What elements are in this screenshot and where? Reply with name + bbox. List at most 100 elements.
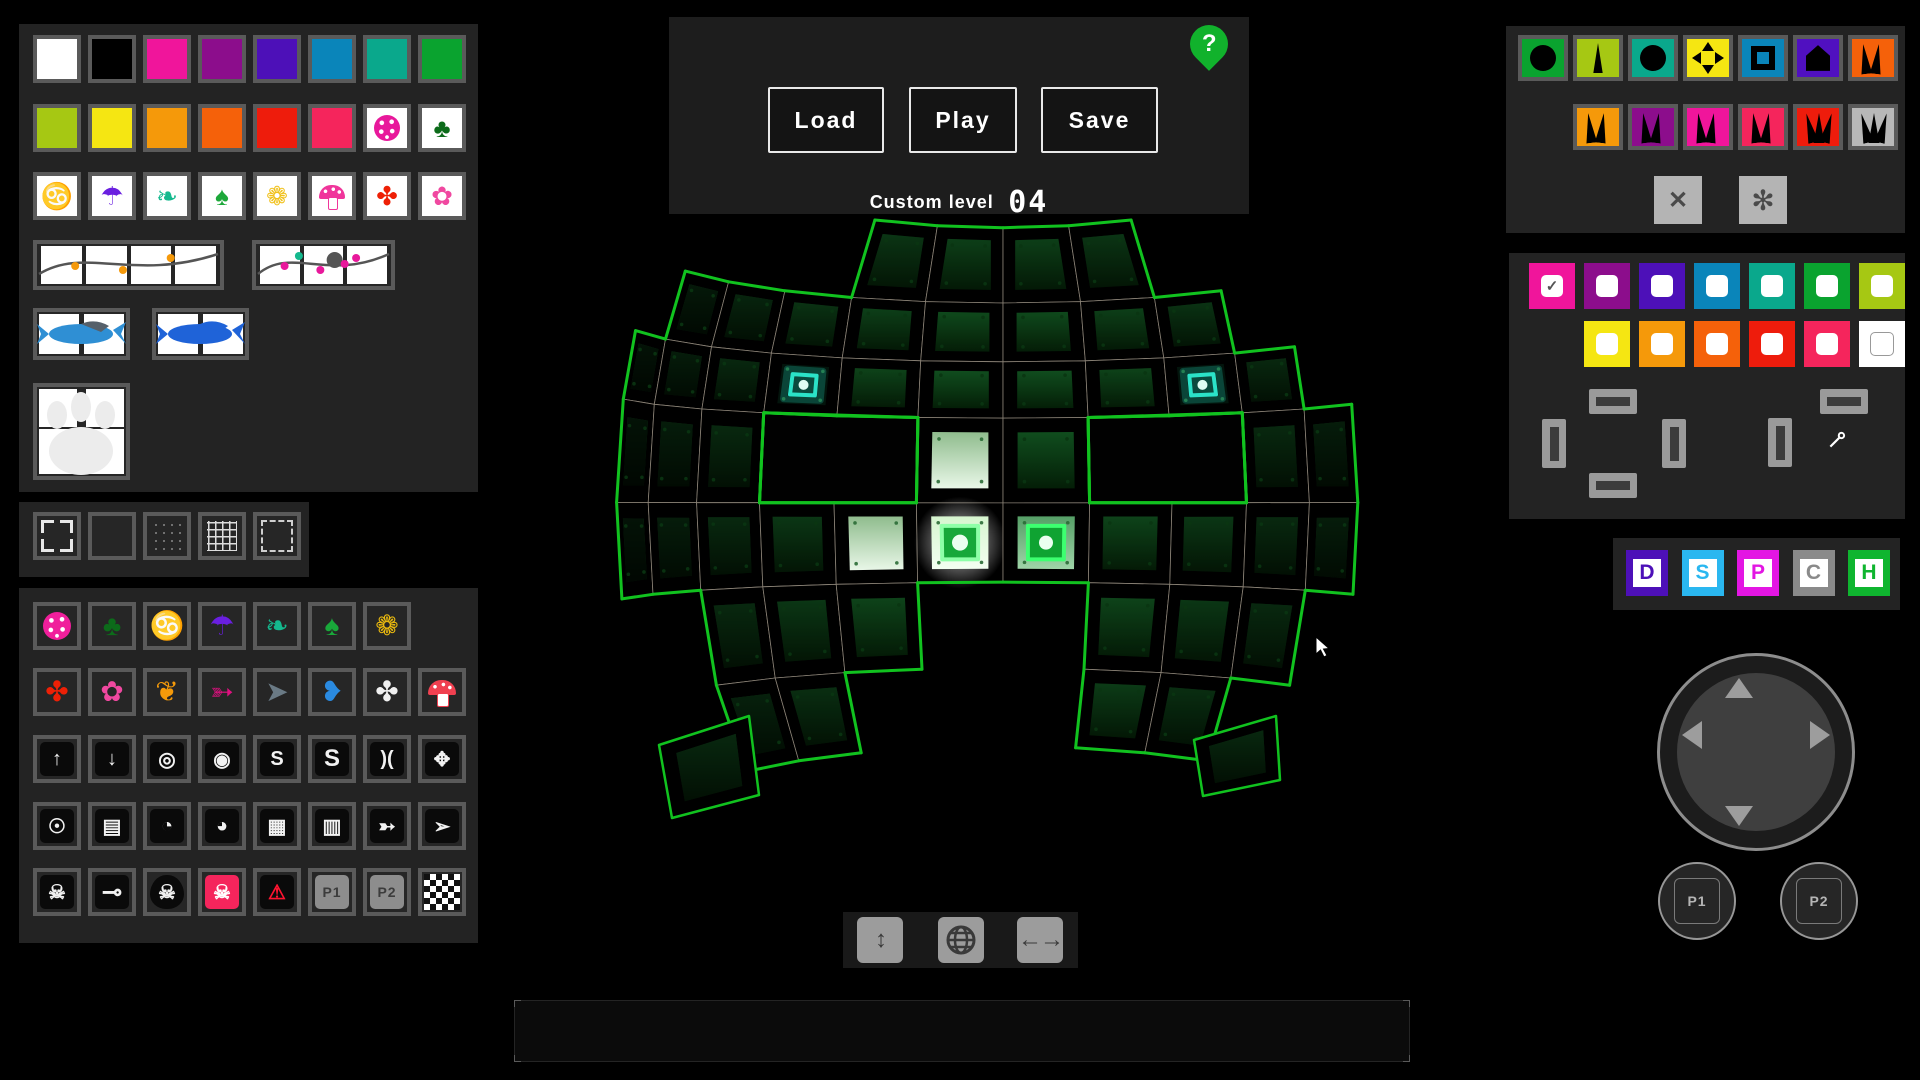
- gate-shape-button[interactable]: [1573, 35, 1623, 81]
- spikes-3-icon: [1802, 111, 1834, 143]
- color-toggle[interactable]: [1639, 321, 1685, 367]
- wall-vertical[interactable]: [1662, 419, 1686, 468]
- view-toolbar: ↕ ←→: [843, 912, 1078, 968]
- color-toggle[interactable]: [1859, 321, 1905, 367]
- wall-horizontal[interactable]: [1589, 473, 1637, 498]
- move-arrows-icon: [1692, 42, 1724, 74]
- letter-tile-H[interactable]: H: [1848, 550, 1890, 596]
- color-toggle[interactable]: [1804, 263, 1850, 309]
- gate-shape-button[interactable]: [1738, 104, 1788, 150]
- house-shape-icon: [1803, 44, 1833, 72]
- gate-shape-button[interactable]: [1793, 104, 1843, 150]
- gate-shape-button[interactable]: [1683, 104, 1733, 150]
- gate-shape-button[interactable]: [1628, 35, 1678, 81]
- dpad-right-icon[interactable]: [1810, 721, 1830, 749]
- dome-edge: [1003, 226, 1069, 228]
- settings-button[interactable]: ✻: [1739, 176, 1787, 224]
- color-toggle[interactable]: [1749, 263, 1795, 309]
- vertical-pan-button[interactable]: ↕: [857, 917, 903, 963]
- checkbox-icon: [1706, 275, 1728, 297]
- gate-shape-button[interactable]: [1793, 35, 1843, 81]
- wall-horizontal[interactable]: [1820, 389, 1868, 414]
- gate-shape-button[interactable]: [1848, 35, 1898, 81]
- checkbox-icon: [1651, 275, 1673, 297]
- mouse-cursor: [1316, 637, 1329, 657]
- player2-label: P2: [1796, 878, 1842, 924]
- checkbox-icon: [1816, 333, 1838, 355]
- close-button[interactable]: ✕: [1654, 176, 1702, 224]
- gate-shape-button[interactable]: [1738, 35, 1788, 81]
- wall-horizontal[interactable]: [1589, 389, 1637, 414]
- letter-tile-P[interactable]: P: [1737, 550, 1779, 596]
- square-outline-icon: [1751, 46, 1775, 70]
- letter-tile-S[interactable]: S: [1682, 550, 1724, 596]
- gate-shapes-panel: ✕✻: [1506, 26, 1905, 233]
- spikes-2-icon: [1637, 111, 1669, 143]
- checkbox-icon: [1596, 333, 1618, 355]
- color-toggle[interactable]: [1639, 263, 1685, 309]
- letter-tile-D[interactable]: D: [1626, 550, 1668, 596]
- dome-edge: [837, 416, 918, 418]
- checkbox-icon: [1596, 275, 1618, 297]
- cone-shape-icon: [1585, 42, 1611, 74]
- dpad[interactable]: [1657, 653, 1855, 851]
- color-toggle[interactable]: [1694, 263, 1740, 309]
- circle-shape-icon: [1530, 45, 1556, 71]
- player2-button[interactable]: P2: [1780, 862, 1858, 940]
- letter-tiles-panel: DSPCH: [1613, 538, 1900, 610]
- letter-C: C: [1800, 559, 1828, 587]
- spikes-2-icon: [1692, 111, 1724, 143]
- spikes-2-icon: [1582, 111, 1614, 143]
- player1-label: P1: [1674, 878, 1720, 924]
- checkbox-icon: [1870, 332, 1894, 356]
- level-editor-screen: ♣♋☂❧♠❁✤✿ ♣♋☂❧♠❁✤✿❦➳➤❥✤↑↓◎◉SS)(✥☉▤◔◕▦▥➳➢☠…: [0, 0, 1920, 1080]
- color-toggle[interactable]: [1804, 321, 1850, 367]
- dome-edge: [1088, 418, 1090, 503]
- letter-D: D: [1633, 559, 1661, 587]
- checkbox-icon: [1871, 275, 1893, 297]
- checkbox-icon: [1651, 333, 1673, 355]
- color-toggle[interactable]: [1584, 321, 1630, 367]
- letter-P: P: [1744, 559, 1772, 587]
- spikes-3-icon: [1857, 111, 1889, 143]
- letter-S: S: [1689, 559, 1717, 587]
- dome-edge: [937, 226, 1003, 228]
- wall-vertical[interactable]: [1542, 419, 1566, 468]
- spikes-2-icon: [1747, 111, 1779, 143]
- color-toggle[interactable]: [1584, 263, 1630, 309]
- dpad-left-icon[interactable]: [1682, 721, 1702, 749]
- dome-edge: [1003, 582, 1088, 583]
- letter-H: H: [1855, 559, 1883, 587]
- color-toggle[interactable]: [1749, 321, 1795, 367]
- dpad-down-icon[interactable]: [1725, 806, 1753, 826]
- spikes-2-icon: [1857, 42, 1889, 74]
- dome-edge: [916, 418, 918, 503]
- circle-shape-icon: [1640, 45, 1666, 71]
- globe-icon: [945, 924, 977, 956]
- dome-edge: [1088, 416, 1169, 418]
- gate-shape-button[interactable]: [1683, 35, 1733, 81]
- checkbox-icon: [1761, 333, 1783, 355]
- gate-shape-button[interactable]: [1518, 35, 1568, 81]
- letter-tile-C[interactable]: C: [1793, 550, 1835, 596]
- color-toggle[interactable]: [1859, 263, 1905, 309]
- checkbox-icon: [1761, 275, 1783, 297]
- checkbox-icon: [1816, 275, 1838, 297]
- dome-edge: [918, 582, 1003, 583]
- gate-shape-button[interactable]: [1628, 104, 1678, 150]
- dome-hole[interactable]: [1088, 413, 1246, 503]
- color-toggle[interactable]: [1694, 321, 1740, 367]
- gate-shape-button[interactable]: [1848, 104, 1898, 150]
- color-toggle-panel: ✓: [1509, 253, 1905, 519]
- dpad-up-icon[interactable]: [1725, 678, 1753, 698]
- color-toggle[interactable]: ✓: [1529, 263, 1575, 309]
- dpad-disc: [1677, 673, 1835, 831]
- player1-button[interactable]: P1: [1658, 862, 1736, 940]
- gate-shape-button[interactable]: [1573, 104, 1623, 150]
- dome-hole[interactable]: [760, 413, 918, 503]
- globe-button[interactable]: [938, 917, 984, 963]
- checkbox-icon: ✓: [1541, 275, 1563, 297]
- horizontal-pan-button[interactable]: ←→: [1017, 917, 1063, 963]
- checkbox-icon: [1706, 333, 1728, 355]
- wall-vertical[interactable]: [1768, 418, 1792, 467]
